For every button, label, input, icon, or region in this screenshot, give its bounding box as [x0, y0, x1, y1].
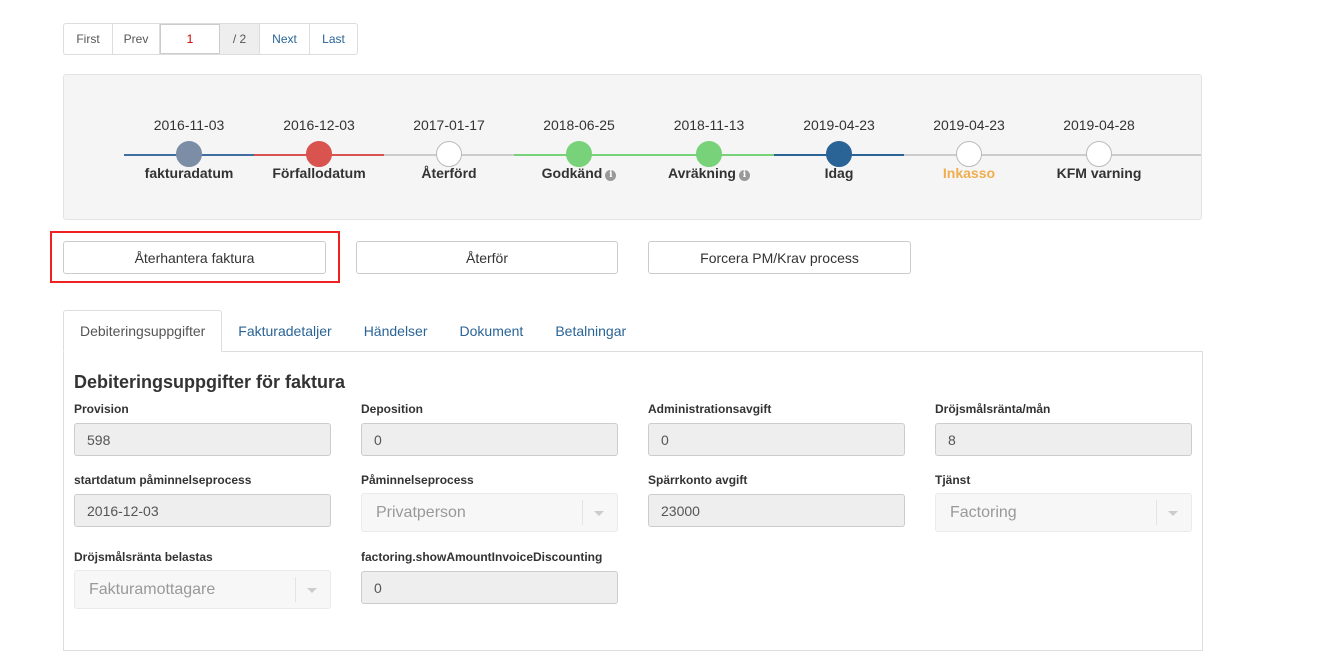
- invoice-discounting-field[interactable]: 0: [361, 571, 618, 604]
- timeline-label: Förfallodatum: [254, 165, 384, 181]
- service-value: Factoring: [950, 503, 1017, 521]
- timeline-dot: [176, 141, 202, 167]
- late-interest-label: Dröjsmålsränta/mån: [935, 402, 1051, 416]
- timeline-label: Avräkning i: [644, 165, 774, 181]
- timeline-dot: [566, 141, 592, 167]
- timeline-label-text: Idag: [824, 165, 854, 181]
- interest-charged-value: Fakturamottagare: [89, 580, 216, 598]
- timeline-label-text: KFM varning: [1056, 165, 1142, 181]
- info-icon[interactable]: i: [738, 170, 750, 181]
- timeline-date: 2019-04-28: [1063, 117, 1135, 133]
- timeline-step: 2017-01-17 Återförd: [384, 75, 514, 219]
- page-number-input[interactable]: [160, 24, 220, 54]
- reminder-process-value: Privatperson: [376, 503, 466, 521]
- page-total: / 2: [220, 24, 260, 54]
- timeline-step: 2018-11-13 Avräkning i: [644, 75, 774, 219]
- timeline-label: Inkasso: [904, 165, 1034, 181]
- tab-debiteringsuppgifter[interactable]: Debiteringsuppgifter: [63, 310, 223, 352]
- timeline-dot: [696, 141, 722, 167]
- timeline-dot: [826, 141, 852, 167]
- force-process-button[interactable]: Forcera PM/Krav process: [648, 241, 911, 274]
- chevron-down-icon: [307, 588, 317, 593]
- timeline-step: 20 Bl: [1164, 75, 1201, 219]
- timeline-label: KFM varning: [1034, 165, 1164, 181]
- deposition-field[interactable]: 0: [361, 423, 618, 456]
- reminder-process-label: Påminnelseprocess: [361, 473, 474, 487]
- timeline-date: 2016-12-03: [283, 117, 355, 133]
- tab-betalningar[interactable]: Betalningar: [539, 310, 642, 352]
- timeline-step: 2019-04-23 Idag: [774, 75, 904, 219]
- timeline-date: 2017-01-17: [413, 117, 485, 133]
- blocked-account-fee-label: Spärrkonto avgift: [648, 473, 748, 487]
- deposition-label: Deposition: [361, 402, 423, 416]
- info-icon[interactable]: i: [605, 170, 617, 181]
- provision-label: Provision: [74, 402, 129, 416]
- timeline-label-text: Avräkning: [668, 165, 736, 181]
- invoice-timeline: 2016-11-03 fakturadatum 2016-12-03 Förfallo…: [63, 74, 1202, 220]
- section-title: Debiteringsuppgifter för faktura: [74, 372, 346, 392]
- admin-fee-label: Administrationsavgift: [648, 402, 772, 416]
- last-page-button[interactable]: Last: [310, 24, 357, 54]
- timeline-label-text: Förfallodatum: [272, 165, 366, 181]
- rehandle-invoice-button[interactable]: Återhantera faktura: [63, 241, 326, 274]
- chevron-down-icon: [1168, 511, 1178, 516]
- provision-field[interactable]: 598: [74, 423, 331, 456]
- timeline-step: 2019-04-28 KFM varning: [1034, 75, 1164, 219]
- revert-button[interactable]: Återför: [356, 241, 618, 274]
- admin-fee-field[interactable]: 0: [648, 423, 905, 456]
- timeline-step: 2016-11-03 fakturadatum: [124, 75, 254, 219]
- chevron-down-icon: [594, 511, 604, 516]
- interest-charged-label: Dröjsmålsränta belastas: [74, 550, 213, 564]
- service-label: Tjänst: [935, 473, 971, 487]
- timeline-step: 2018-06-25 Godkänd i: [514, 75, 644, 219]
- first-page-button[interactable]: First: [64, 24, 113, 54]
- timeline-label-text: Godkänd: [541, 165, 603, 181]
- reminder-start-field[interactable]: 2016-12-03: [74, 494, 331, 527]
- timeline-step: 2016-12-03 Förfallodatum: [254, 75, 384, 219]
- select-separator: [582, 500, 583, 525]
- tab-fakturadetaljer[interactable]: Fakturadetaljer: [222, 310, 347, 352]
- timeline-date: 2018-11-13: [673, 117, 745, 133]
- timeline-date: 20: [1164, 117, 1201, 133]
- interest-charged-select[interactable]: Fakturamottagare: [74, 570, 331, 609]
- tab-dokument[interactable]: Dokument: [444, 310, 540, 352]
- timeline-dot: [1086, 141, 1112, 167]
- late-interest-field[interactable]: 8: [935, 423, 1192, 456]
- timeline-date: 2018-06-25: [543, 117, 615, 133]
- reminder-process-select[interactable]: Privatperson: [361, 493, 618, 532]
- timeline-label: Idag: [774, 165, 904, 181]
- reminder-start-label: startdatum påminnelseprocess: [74, 473, 252, 487]
- blocked-account-fee-field[interactable]: 23000: [648, 494, 905, 527]
- timeline-label: Återförd: [384, 165, 514, 181]
- timeline-dot: [436, 141, 462, 167]
- timeline-label-text: fakturadatum: [144, 165, 234, 181]
- timeline-date: 2016-11-03: [153, 117, 225, 133]
- tab-handelser[interactable]: Händelser: [348, 310, 444, 352]
- timeline-label-text: Inkasso: [942, 165, 996, 181]
- timeline-date: 2019-04-23: [933, 117, 1005, 133]
- prev-page-button[interactable]: Prev: [113, 24, 160, 54]
- select-separator: [1156, 500, 1157, 525]
- timeline-label: Godkänd i: [514, 165, 644, 181]
- service-select[interactable]: Factoring: [935, 493, 1192, 532]
- timeline-dot: [306, 141, 332, 167]
- timeline-step: 2019-04-23 Inkasso: [904, 75, 1034, 219]
- select-separator: [295, 577, 296, 602]
- timeline-label: Bl: [1164, 165, 1201, 181]
- pagination: First Prev / 2 Next Last: [63, 23, 358, 55]
- next-page-button[interactable]: Next: [260, 24, 310, 54]
- timeline-label: fakturadatum: [124, 165, 254, 181]
- tab-bar: Debiteringsuppgifter Fakturadetaljer Hän…: [63, 310, 642, 352]
- invoice-discounting-label: factoring.showAmountInvoiceDiscounting: [361, 550, 603, 564]
- timeline-date: 2019-04-23: [803, 117, 875, 133]
- timeline-dot: [956, 141, 982, 167]
- timeline-label-text: Återförd: [421, 165, 477, 181]
